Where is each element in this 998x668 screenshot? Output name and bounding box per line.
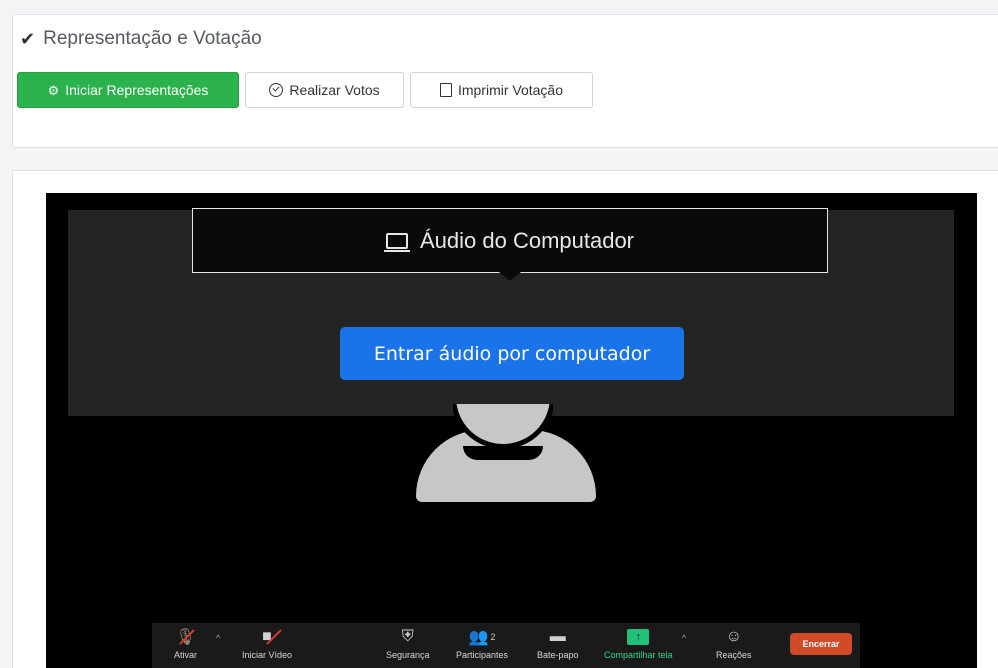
perform-votes-label: Realizar Votos bbox=[289, 82, 380, 98]
reactions-label: Reações bbox=[716, 650, 752, 660]
section-title-text: Representação e Votação bbox=[43, 28, 262, 49]
computer-audio-label: Áudio do Computador bbox=[419, 227, 635, 253]
gears-icon: ⚙ bbox=[47, 82, 60, 98]
pdf-file-icon bbox=[439, 83, 452, 97]
print-voting-label: Imprimir Votação bbox=[457, 82, 564, 98]
monitor-icon bbox=[383, 232, 410, 252]
share-screen-icon: ↑ bbox=[627, 627, 650, 647]
start-representations-button[interactable]: ⚙ Iniciar Representações bbox=[17, 72, 239, 108]
smiley-icon: ☺ bbox=[725, 628, 742, 645]
start-video-button[interactable]: ■ Iniciar Vídeo bbox=[242, 627, 292, 660]
computer-audio-tooltip: Áudio do Computador bbox=[192, 208, 828, 273]
join-computer-audio-button[interactable]: Entrar áudio por computador bbox=[340, 327, 684, 380]
participant-avatar-head bbox=[453, 404, 553, 450]
tooltip-arrow bbox=[499, 272, 521, 281]
participants-label: Participantes bbox=[456, 650, 509, 660]
reactions-button[interactable]: ☺ Reações bbox=[716, 627, 752, 660]
participants-count: 2 bbox=[490, 632, 496, 642]
page-top-strip bbox=[0, 0, 998, 10]
microphone-muted-icon: 🎙 bbox=[175, 629, 196, 646]
checkmark-icon: ✔ bbox=[20, 28, 36, 49]
audio-options-caret-icon[interactable]: ^ bbox=[216, 633, 220, 643]
print-voting-button[interactable]: Imprimir Votação bbox=[410, 72, 593, 108]
perform-votes-button[interactable]: Realizar Votos bbox=[245, 72, 404, 108]
shield-icon: ⛨ bbox=[401, 628, 414, 645]
start-video-label: Iniciar Vídeo bbox=[242, 650, 293, 660]
mute-label: Ativar bbox=[174, 650, 198, 660]
chat-bubble-icon: ▬ bbox=[549, 628, 566, 645]
chat-label: Bate-papo bbox=[537, 650, 579, 660]
start-representations-label: Iniciar Representações bbox=[65, 82, 209, 98]
chat-button[interactable]: ▬ Bate-papo bbox=[537, 627, 579, 660]
zoom-toolbar: 🎙 Ativar ^ ■ Iniciar Vídeo ⛨ Segurança 👥… bbox=[152, 623, 860, 668]
mute-button[interactable]: 🎙 Ativar bbox=[174, 627, 197, 660]
video-camera-off-icon: ■ bbox=[262, 628, 272, 645]
share-screen-label: Compartilhar tela bbox=[604, 650, 673, 660]
share-options-caret-icon[interactable]: ^ bbox=[682, 633, 686, 643]
participants-icon: 👥 2 bbox=[468, 629, 496, 646]
security-button[interactable]: ⛨ Segurança bbox=[386, 627, 430, 660]
participants-button[interactable]: 👥 2 Participantes bbox=[456, 627, 508, 660]
share-screen-button[interactable]: ↑ Compartilhar tela bbox=[604, 627, 673, 660]
check-circle-icon bbox=[269, 83, 284, 97]
end-meeting-button[interactable]: Encerrar bbox=[790, 633, 852, 655]
security-label: Segurança bbox=[386, 650, 430, 660]
section-title: ✔ Representação e Votação bbox=[20, 28, 262, 50]
